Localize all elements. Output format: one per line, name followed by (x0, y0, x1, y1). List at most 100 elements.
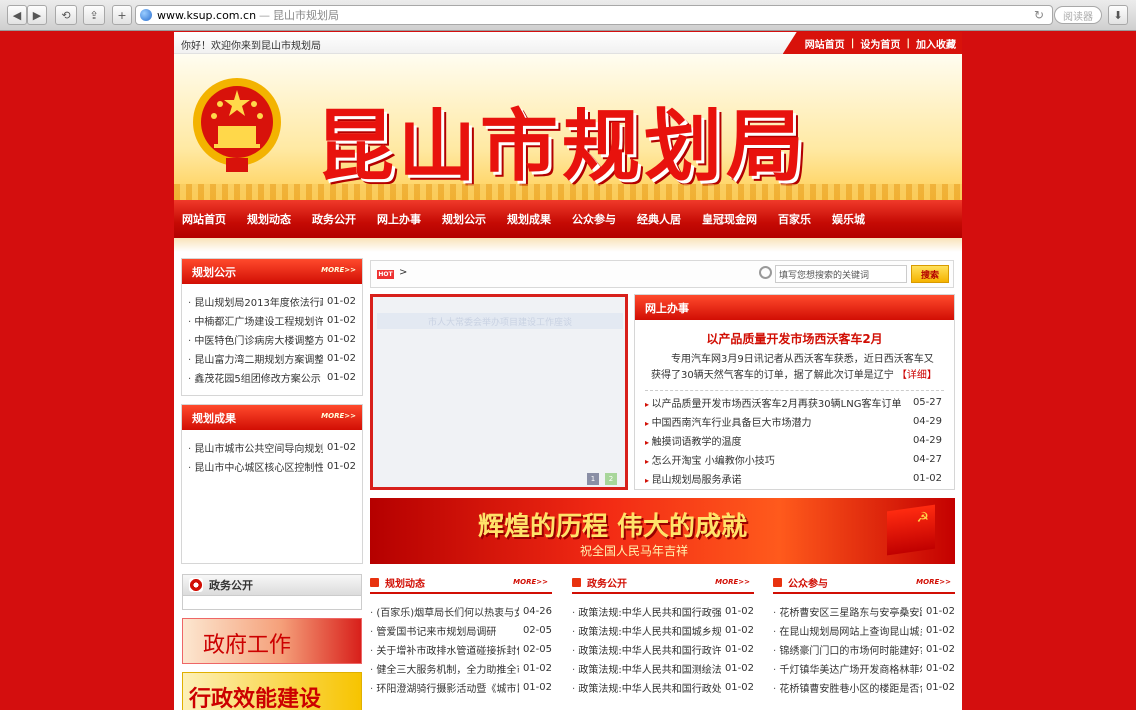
promo-subtitle: 祝全国人民马年吉祥 (580, 544, 689, 558)
list-item[interactable]: 花桥曹安区三星路东与安亭桑安路01-02 (773, 602, 955, 621)
item-date: 01-02 (724, 625, 754, 636)
more-link[interactable]: MORE>> (321, 266, 356, 274)
top-link-home[interactable]: 网站首页 (805, 36, 845, 51)
feature-desc-text: 专用汽车网3月9日讯记者从西沃客车获悉，近日西沃客车又获得了30辆天然气客车的订… (651, 354, 934, 381)
item-title: 花桥曹安区三星路东与安亭桑安路 (773, 604, 922, 619)
list-item[interactable]: 怎么开淘宝 小编教你小技巧04-27 (645, 450, 942, 469)
history-icon[interactable]: ⟲ (55, 5, 77, 25)
list-item[interactable]: 触摸词语教学的温度04-29 (645, 431, 942, 450)
list-item[interactable]: 锦绣豪门门口的市场何时能建好?01-02 (773, 640, 955, 659)
column-title: 规划动态 (385, 578, 425, 590)
item-title: 怎么开淘宝 小编教你小技巧 (645, 452, 909, 467)
item-date: 01-02 (925, 663, 955, 674)
divider (645, 390, 944, 391)
list-item[interactable]: 昆山市城市公共空间导向规划01-02 (188, 438, 356, 457)
list-item[interactable]: 花桥镇曹安胜巷小区的楼距是否合01-02 (773, 678, 955, 697)
list-item[interactable]: (百家乐)烟草局长们何以热衷与女04-26 (370, 602, 552, 621)
list-item[interactable]: 政策法规:中华人民共和国行政强01-02 (572, 602, 754, 621)
list-item[interactable]: 管爱国书记来市规划局调研02-05 (370, 621, 552, 640)
list-item[interactable]: 昆山规划局2013年度依法行政01-02 (188, 292, 356, 311)
more-link[interactable]: MORE>> (321, 412, 356, 420)
national-emblem-icon (193, 78, 281, 172)
list-item[interactable]: 昆山富力湾二期规划方案调整01-02 (188, 349, 356, 368)
more-link[interactable]: MORE>> (916, 578, 951, 586)
share-icon[interactable]: ⇪ (83, 5, 105, 25)
list-item[interactable]: 政策法规:中华人民共和国行政许01-02 (572, 640, 754, 659)
nav-item-dynamics[interactable]: 规划动态 (247, 211, 291, 227)
nav-item-casino[interactable]: 皇冠现金网 (702, 211, 757, 227)
slide-dot[interactable]: 2 (605, 473, 617, 485)
nav-item-living[interactable]: 经典人居 (637, 211, 681, 227)
square-icon (773, 577, 782, 587)
search-button[interactable]: 搜索 (911, 265, 949, 283)
nav-item-notice[interactable]: 规划公示 (442, 211, 486, 227)
download-icon[interactable]: ⬇ (1108, 5, 1128, 25)
list-item[interactable]: 中国西南汽车行业具备巨大市场潜力04-29 (645, 412, 942, 431)
more-link[interactable]: MORE>> (513, 578, 548, 586)
panel-government-affairs: 政务公开 (182, 574, 362, 596)
item-date: 01-02 (925, 625, 955, 636)
list-item[interactable]: 鑫茂花园5组团修改方案公示01-02 (188, 368, 356, 387)
top-link-favorite[interactable]: 加入收藏 (916, 36, 956, 51)
column-list: 政策法规:中华人民共和国行政强01-02 政策法规:中华人民共和国城乡规01-0… (572, 594, 754, 697)
promo-banner[interactable]: 辉煌的历程 伟大的成就 祝全国人民马年吉祥 ☭ (370, 498, 955, 564)
item-date: 01-02 (326, 334, 356, 345)
reader-button[interactable]: 阅读器 (1054, 6, 1102, 24)
ad-administrative-efficiency[interactable]: 行政效能建设 (182, 672, 362, 710)
nav-item-baccarat[interactable]: 百家乐 (778, 211, 811, 227)
search-icon (759, 266, 772, 279)
nav-item-online[interactable]: 网上办事 (377, 211, 421, 227)
new-tab-icon[interactable]: + (112, 5, 132, 25)
feature-headline[interactable]: 以产品质量开发市场西沃客车2月 (635, 330, 954, 347)
top-link-sethome[interactable]: 设为首页 (860, 36, 900, 51)
list-item[interactable]: 昆山市中心城区核心区控制性01-02 (188, 457, 356, 476)
forward-icon[interactable]: ▶ (27, 5, 47, 25)
panel-title: 网上办事 (645, 301, 689, 315)
slide-caption: 市人大常委会举办项目建设工作座谈 (377, 313, 623, 329)
list-item[interactable]: 政策法规:中华人民共和国城乡规01-02 (572, 621, 754, 640)
item-date: 01-02 (326, 315, 356, 326)
item-title: 中楠都汇广场建设工程规划许 (188, 313, 323, 328)
item-date: 01-02 (326, 296, 356, 307)
list-item[interactable]: 关于增补市政排水管道碰接拆封作02-05 (370, 640, 552, 659)
item-title: 以产品质量开发市场西沃客车2月再获30辆LNG客车订单 (645, 395, 909, 410)
list-item[interactable]: 政策法规:中华人民共和国行政处01-02 (572, 678, 754, 697)
hot-badge: HOT (377, 270, 394, 279)
nav-item-home[interactable]: 网站首页 (182, 211, 226, 227)
main-nav: 网站首页 规划动态 政务公开 网上办事 规划公示 规划成果 公众参与 经典人居 … (174, 200, 962, 238)
list-item[interactable]: 政策法规:中华人民共和国测绘法01-02 (572, 659, 754, 678)
item-date: 01-02 (724, 663, 754, 674)
list-item[interactable]: 在昆山规划局网站上查询昆山城乡01-02 (773, 621, 955, 640)
item-date: 01-02 (326, 372, 356, 383)
nav-item-entertainment[interactable]: 娱乐城 (832, 211, 865, 227)
list-item[interactable]: 千灯镇华美达广场开发商格林菲尔01-02 (773, 659, 955, 678)
nav-item-results[interactable]: 规划成果 (507, 211, 551, 227)
detail-link[interactable]: 【详细】 (897, 370, 937, 381)
list-item[interactable]: 以产品质量开发市场西沃客车2月再获30辆LNG客车订单05-27 (645, 393, 942, 412)
panel-title: 规划公示 (192, 265, 236, 279)
nav-item-public[interactable]: 公众参与 (572, 211, 616, 227)
site-title: 昆山市规划局 (316, 101, 809, 192)
chinese-knot-icon (189, 578, 203, 592)
more-link[interactable]: MORE>> (715, 578, 750, 586)
list-item[interactable]: 环阳澄湖骑行摄影活动暨《城市昆01-02 (370, 678, 552, 697)
slide-dot[interactable]: 1 (587, 473, 599, 485)
url-host: www.ksup.com.cn (157, 8, 257, 22)
ad-government-work[interactable]: 政府工作 (182, 618, 362, 664)
reload-icon[interactable]: ↻ (1034, 8, 1044, 22)
list-item[interactable]: 中楠都汇广场建设工程规划许01-02 (188, 311, 356, 330)
column-list: 花桥曹安区三星路东与安亭桑安路01-02 在昆山规划局网站上查询昆山城乡01-0… (773, 594, 955, 697)
search-input[interactable]: 填写您想搜索的关键词 (775, 265, 907, 283)
banner-pattern (174, 184, 962, 200)
list-item[interactable]: 健全三大服务机制，全力助推全市01-02 (370, 659, 552, 678)
item-date: 01-02 (925, 644, 955, 655)
address-bar[interactable]: www.ksup.com.cn — 昆山市规划局 ↻ (135, 5, 1053, 25)
results-list: 昆山市城市公共空间导向规划01-02 昆山市中心城区核心区控制性01-02 (182, 430, 362, 476)
news-slideshow[interactable]: 市人大常委会举办项目建设工作座谈 1 2 (370, 294, 628, 490)
list-item[interactable]: 昆山规划局服务承诺01-02 (645, 469, 942, 488)
list-item[interactable]: 中医特色门诊病房大楼调整方01-02 (188, 330, 356, 349)
nav-item-affairs[interactable]: 政务公开 (312, 211, 356, 227)
item-date: 01-02 (326, 461, 356, 472)
item-title: 千灯镇华美达广场开发商格林菲尔 (773, 661, 922, 676)
back-icon[interactable]: ◀ (7, 5, 27, 25)
